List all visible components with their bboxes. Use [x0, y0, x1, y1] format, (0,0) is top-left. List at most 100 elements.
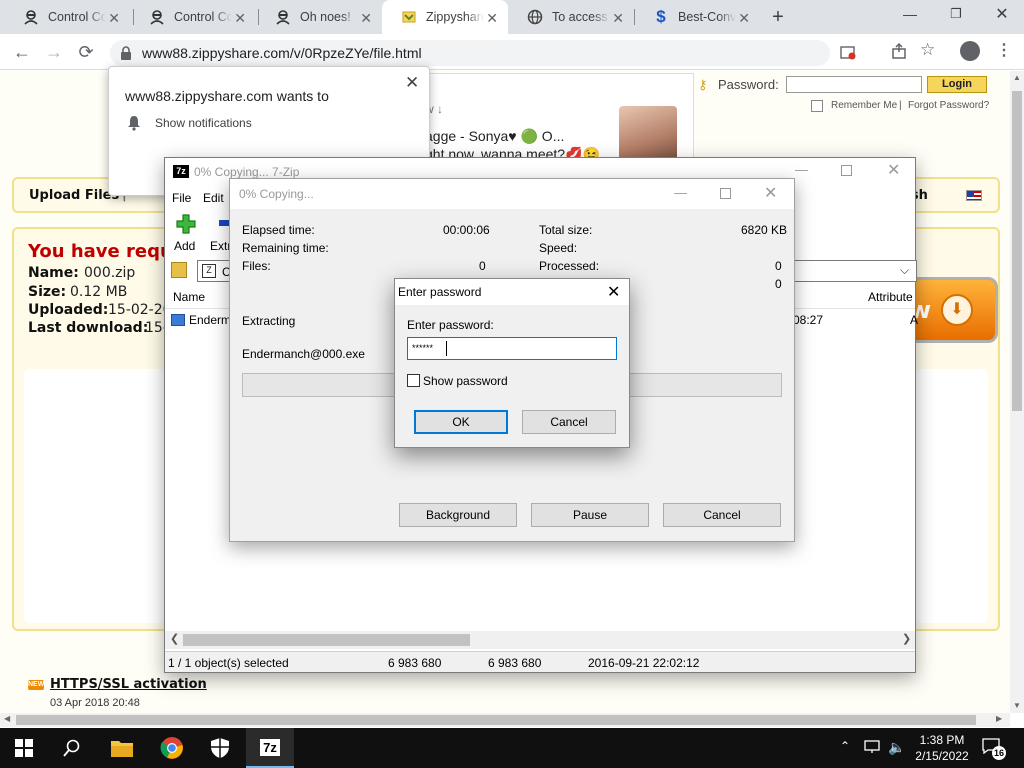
close-icon[interactable]: ✕	[887, 160, 900, 180]
lock-icon	[120, 46, 132, 60]
start-button[interactable]	[0, 728, 48, 768]
pause-button[interactable]: Pause	[531, 503, 649, 527]
ok-button[interactable]: OK	[414, 410, 508, 434]
close-window-icon[interactable]: ✕	[992, 4, 1012, 24]
ad-name: agge - Sonya♥ 🟢 O...	[425, 128, 565, 144]
upload-files-link[interactable]: Upload Files	[29, 188, 119, 203]
scroll-right-icon[interactable]: ❯	[902, 632, 911, 645]
dialog-cancel-button[interactable]: Cancel	[522, 410, 616, 434]
menu-icon[interactable]: ⋮	[996, 40, 1012, 62]
close-icon[interactable]: ✕	[360, 10, 372, 27]
password-dialog-titlebar: Enter password ✕	[395, 279, 629, 305]
close-icon[interactable]: ✕	[764, 183, 777, 203]
reload-icon[interactable]: ⟳	[72, 38, 100, 66]
background-button[interactable]: Background	[399, 503, 517, 527]
maximize-icon[interactable]	[720, 188, 731, 199]
folder-up-icon[interactable]	[171, 262, 187, 278]
password-field[interactable]: ******	[407, 337, 617, 360]
share-icon[interactable]	[890, 42, 908, 60]
scrollbar-thumb[interactable]	[1012, 91, 1022, 411]
scroll-down-icon[interactable]: ▼	[1013, 701, 1021, 710]
scroll-left-icon[interactable]: ◀	[4, 714, 10, 723]
forward-icon[interactable]: →	[40, 38, 68, 66]
row-name[interactable]: Enderm	[189, 313, 231, 327]
progress-title: 0% Copying...	[239, 187, 314, 201]
password-value: ******	[412, 343, 434, 353]
tab-label: Oh noes!	[300, 10, 351, 24]
page-vertical-scrollbar[interactable]: ▲ ▼	[1010, 71, 1024, 713]
blocked-popup-icon[interactable]	[840, 46, 856, 60]
horizontal-scrollbar[interactable]: ❮ ❯	[165, 631, 915, 649]
column-name[interactable]: Name	[173, 290, 205, 304]
remember-checkbox[interactable]	[811, 100, 823, 112]
close-icon[interactable]: ✕	[612, 10, 624, 27]
tab-1[interactable]: Control Co ✕	[4, 0, 130, 34]
bell-icon	[127, 115, 141, 131]
close-icon[interactable]: ✕	[738, 10, 750, 27]
cancel-button[interactable]: Cancel	[663, 503, 781, 527]
globe-icon	[526, 8, 544, 26]
tab-6[interactable]: $ Best-Conve ✕	[634, 0, 760, 34]
forgot-password-link[interactable]: Forgot Password?	[908, 100, 989, 111]
spy-icon	[274, 8, 292, 26]
search-icon[interactable]	[48, 728, 96, 768]
ad-box[interactable]: w ↓ agge - Sonya♥ 🟢 O... ght now, wanna …	[410, 73, 694, 164]
password-input[interactable]	[786, 76, 922, 93]
security-shield-icon[interactable]	[196, 728, 244, 768]
file-explorer-icon[interactable]	[98, 728, 146, 768]
scrollbar-thumb[interactable]	[16, 715, 976, 725]
menu-file[interactable]: File	[172, 191, 191, 205]
restore-icon[interactable]: ❐	[946, 6, 966, 26]
last-download-label: Last download:	[28, 320, 149, 336]
profile-avatar[interactable]	[960, 41, 980, 61]
clock-time[interactable]: 1:38 PM	[916, 733, 968, 747]
show-password-checkbox[interactable]	[407, 374, 420, 387]
tab-3[interactable]: Oh noes! ✕	[256, 0, 382, 34]
minimize-icon[interactable]: —	[795, 162, 808, 177]
column-attributes[interactable]: Attribute	[868, 290, 913, 304]
zippyshare-icon	[400, 8, 418, 26]
clock-date[interactable]: 2/15/2022	[912, 749, 972, 763]
tab-2[interactable]: Control Co ✕	[130, 0, 256, 34]
size-value: 0.12 MB	[70, 284, 128, 300]
volume-icon[interactable]: 🔈	[888, 739, 905, 756]
close-icon[interactable]: ✕	[607, 282, 620, 302]
maximize-icon[interactable]	[841, 165, 852, 176]
back-icon[interactable]: ←	[8, 38, 36, 66]
new-tab-button[interactable]: +	[766, 5, 790, 29]
notification-center-icon[interactable]: 16	[982, 738, 1006, 760]
news-title-link[interactable]: HTTPS/SSL activation	[50, 677, 207, 692]
scrollbar-thumb[interactable]	[183, 634, 470, 646]
menu-edit[interactable]: Edit	[203, 191, 224, 205]
page-horizontal-scrollbar[interactable]: ◀ ▶	[0, 713, 1010, 727]
minimize-icon[interactable]: —	[674, 185, 687, 200]
close-icon[interactable]: ✕	[108, 10, 120, 27]
scroll-left-icon[interactable]: ❮	[170, 632, 179, 645]
processed-value: 0	[775, 259, 782, 273]
add-label[interactable]: Add	[174, 239, 195, 253]
tab-5[interactable]: To access t ✕	[508, 0, 634, 34]
notification-item: Show notifications	[155, 116, 252, 130]
minimize-icon[interactable]: —	[900, 6, 920, 26]
sevenzip-taskbar-button[interactable]: 7z	[246, 728, 294, 768]
extensions-icon[interactable]	[928, 42, 946, 60]
add-icon[interactable]	[175, 213, 197, 235]
chevron-down-icon[interactable]: ⌵	[900, 263, 909, 278]
sevenzip-icon: 7z	[260, 738, 280, 756]
network-icon[interactable]	[864, 740, 880, 754]
show-password-label[interactable]: Show password	[423, 374, 508, 388]
uk-flag-icon[interactable]	[966, 190, 982, 201]
name-label: Name:	[28, 265, 79, 281]
tab-4-active[interactable]: Zippyshare ✕	[382, 0, 508, 34]
close-icon[interactable]: ✕	[405, 73, 419, 93]
chevron-up-icon[interactable]: ⌃	[840, 739, 850, 753]
close-icon[interactable]: ✕	[486, 10, 498, 27]
chrome-icon[interactable]	[148, 728, 196, 768]
scroll-up-icon[interactable]: ▲	[1013, 73, 1021, 82]
login-button[interactable]: Login	[927, 76, 987, 93]
password-dialog: Enter password ✕ Enter password: ****** …	[394, 278, 630, 448]
divider: |	[899, 100, 902, 111]
scroll-right-icon[interactable]: ▶	[996, 714, 1002, 723]
close-icon[interactable]: ✕	[234, 10, 246, 27]
address-bar[interactable]: www88.zippyshare.com/v/0RpzeZYe/file.htm…	[110, 40, 856, 66]
